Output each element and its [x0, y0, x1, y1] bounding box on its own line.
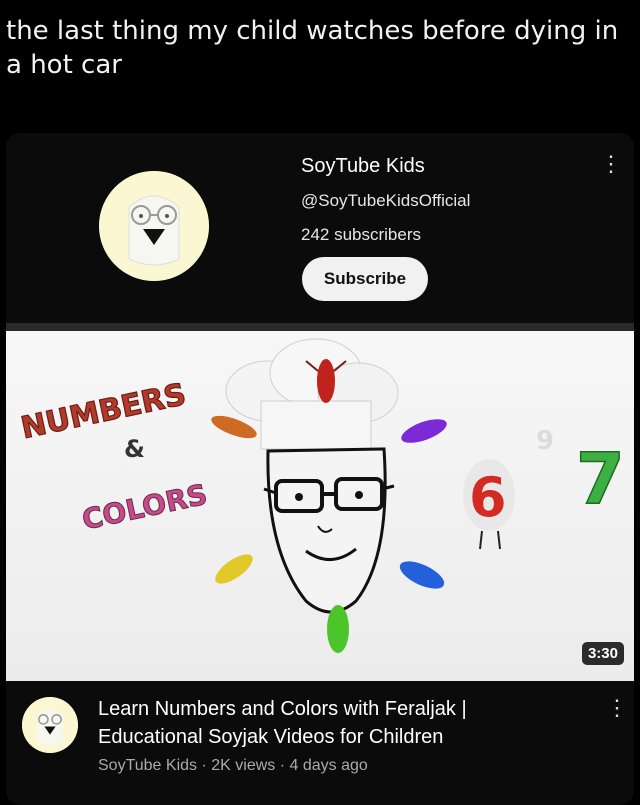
- channel-header: SoyTube Kids @SoyTubeKidsOfficial 242 su…: [6, 133, 634, 323]
- meta-separator: ·: [279, 757, 286, 774]
- video-channel-avatar[interactable]: [22, 697, 78, 753]
- green-seven-icon: 7: [575, 437, 625, 521]
- soyjak-avatar-small-icon: [22, 697, 78, 753]
- cockroach-purple-icon: [401, 419, 447, 443]
- meme-caption: the last thing my child watches before d…: [6, 16, 619, 80]
- svg-text:6: 6: [469, 466, 507, 529]
- video-thumbnail[interactable]: NUMBERS & COLORS 9 6 7 3:30: [6, 331, 634, 681]
- youtube-card: SoyTube Kids @SoyTubeKidsOfficial 242 su…: [6, 133, 634, 805]
- cockroach-blue-icon: [399, 561, 445, 589]
- thumb-title-line1: NUMBERS: [18, 377, 189, 446]
- red-six-icon: 6: [463, 459, 515, 550]
- thumbnail-art: NUMBERS & COLORS 9 6 7: [17, 338, 625, 653]
- divider: [6, 323, 634, 331]
- thumb-ampersand: &: [124, 435, 145, 463]
- subscribe-button[interactable]: Subscribe: [302, 257, 428, 301]
- video-views: 2K views: [211, 757, 276, 774]
- video-age: 4 days ago: [289, 757, 368, 774]
- svg-text:7: 7: [576, 438, 625, 520]
- subscriber-count: 242 subscribers: [301, 225, 422, 244]
- soyjak-avatar-icon: [99, 171, 209, 281]
- video-channel-name[interactable]: SoyTube Kids: [98, 757, 197, 774]
- video-title[interactable]: Learn Numbers and Colors with Feraljak |…: [98, 695, 568, 751]
- channel-name[interactable]: SoyTube Kids: [301, 155, 425, 178]
- video-meta: SoyTube Kids · 2K views · 4 days ago: [98, 757, 368, 775]
- video-more-icon[interactable]: ⋮: [606, 695, 628, 721]
- channel-avatar[interactable]: [99, 171, 209, 281]
- channel-more-icon[interactable]: ⋮: [600, 151, 622, 177]
- cockroach-yellow-icon: [215, 554, 253, 584]
- meta-separator: ·: [201, 757, 207, 774]
- channel-handle: @SoyTubeKidsOfficial: [301, 191, 471, 210]
- video-duration: 3:30: [581, 642, 624, 665]
- thumb-title-line2: COLORS: [79, 478, 210, 537]
- video-info-row: Learn Numbers and Colors with Feraljak |…: [6, 681, 634, 805]
- thumb-digit-faint: 9: [536, 426, 554, 456]
- cockroach-green-icon: [327, 605, 349, 653]
- soyjak-face-icon: [263, 447, 395, 614]
